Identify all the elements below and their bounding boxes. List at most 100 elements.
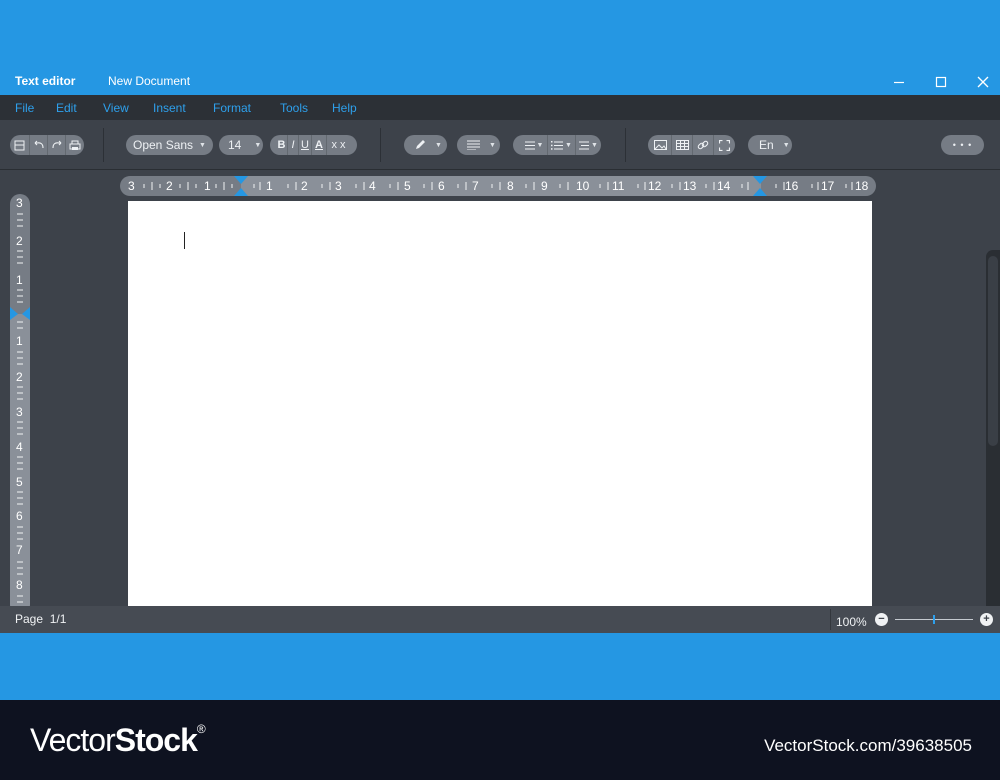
menu-insert[interactable]: Insent <box>153 101 186 115</box>
font-size-value: 14 <box>228 138 242 152</box>
ruler-number: 3 <box>16 196 23 210</box>
document-title[interactable]: New Document <box>108 74 190 88</box>
horizontal-ruler[interactable]: 3 2 1 1 2 3 4 5 6 7 8 9 10 11 12 13 14 1… <box>120 176 876 196</box>
brand-bold: Stock <box>114 722 198 758</box>
fullscreen-button[interactable] <box>713 135 734 155</box>
vertical-ruler[interactable]: 3 2 1 1 2 3 4 5 6 7 8 <box>10 194 30 606</box>
underline-button[interactable]: U <box>298 135 311 155</box>
left-margin-marker <box>234 188 248 196</box>
page-indicator: Page 1/1 <box>15 612 66 626</box>
title-bar: Text editor New Document <box>0 68 1000 95</box>
bullet-list-icon <box>524 141 535 149</box>
maximize-button[interactable] <box>921 68 961 95</box>
bullet-list-button[interactable]: ▼ <box>521 135 547 155</box>
ruler-number: 10 <box>576 179 590 193</box>
ruler-number: 1 <box>16 273 23 287</box>
ruler-number: 7 <box>472 179 479 193</box>
zoom-slider-thumb[interactable] <box>933 615 935 624</box>
asset-id: VectorStock.com/39638505 <box>764 736 972 755</box>
ruler-ticks <box>143 176 853 196</box>
menu-file[interactable]: File <box>15 101 34 115</box>
minimize-icon <box>894 81 904 83</box>
clear-format-button[interactable]: x x <box>326 135 350 155</box>
minimize-button[interactable] <box>879 68 919 95</box>
insert-link-button[interactable] <box>692 135 713 155</box>
language-select[interactable]: En ▼ <box>748 135 792 155</box>
redo-icon <box>51 140 61 149</box>
chevron-down-icon: ▼ <box>435 141 442 149</box>
close-button[interactable] <box>963 68 1000 95</box>
ruler-number: 2 <box>16 234 23 248</box>
editor-workspace: 3 2 1 1 2 3 4 5 6 7 8 9 10 11 12 13 14 1… <box>0 170 1000 606</box>
app-title: Text editor <box>15 74 76 88</box>
chevron-down-icon: ▼ <box>489 141 496 149</box>
formatting-toolbar: Open Sans ▼ 14 ▼ B I U A x x ▼ ▼ ▼ ▼ ▼ E… <box>0 120 1000 170</box>
right-margin-marker <box>753 188 767 196</box>
document-page[interactable] <box>128 201 872 606</box>
status-bar: Page 1/1 100% − + <box>0 606 1000 633</box>
ruler-number: 18 <box>855 179 869 193</box>
numbered-list-button[interactable]: ▼ <box>547 135 575 155</box>
right-indent-marker <box>753 176 767 184</box>
ruler-number: 2 <box>166 179 173 193</box>
text-color-button[interactable]: A <box>311 135 326 155</box>
font-size-select[interactable]: 14 ▼ <box>219 135 263 155</box>
ruler-number: 5 <box>16 475 23 489</box>
indent-icon <box>579 141 590 149</box>
ruler-number: 13 <box>683 179 697 193</box>
more-options-button[interactable]: • • • <box>941 135 984 155</box>
ruler-number: 3 <box>128 179 135 193</box>
ruler-number: 4 <box>369 179 376 193</box>
watermark-footer: VectorStock® VectorStock.com/39638505 <box>0 700 1000 780</box>
menu-edit[interactable]: Edit <box>56 101 77 115</box>
undo-button[interactable] <box>29 135 47 155</box>
ruler-number: 1 <box>204 179 211 193</box>
ruler-number: 14 <box>717 179 731 193</box>
ruler-number: 1 <box>16 334 23 348</box>
text-style-group: B I U A x x <box>270 135 357 155</box>
save-button[interactable] <box>10 135 29 155</box>
menu-view[interactable]: View <box>103 101 129 115</box>
font-family-select[interactable]: Open Sans ▼ <box>126 135 213 155</box>
chevron-down-icon: ▼ <box>254 141 262 149</box>
menu-bar: File Edit View Insent Format Tools Help <box>0 95 1000 120</box>
alignment-select[interactable]: ▼ <box>457 135 500 155</box>
toolbar-separator <box>380 128 381 162</box>
redo-button[interactable] <box>47 135 65 155</box>
insert-group <box>648 135 735 155</box>
ruler-number: 12 <box>648 179 662 193</box>
ruler-number: 16 <box>785 179 799 193</box>
menu-format[interactable]: Format <box>213 101 251 115</box>
ruler-number: 1 <box>266 179 273 193</box>
brand-regular: Vector <box>30 722 116 758</box>
ruler-number: 2 <box>16 370 23 384</box>
image-icon <box>654 140 667 150</box>
italic-button[interactable]: I <box>287 135 298 155</box>
bold-button[interactable]: B <box>276 135 287 155</box>
ruler-number: 4 <box>16 440 23 454</box>
insert-image-button[interactable] <box>650 135 671 155</box>
indent-list-button[interactable]: ▼ <box>575 135 601 155</box>
ruler-number: 3 <box>16 405 23 419</box>
print-button[interactable] <box>65 135 84 155</box>
ruler-number: 6 <box>438 179 445 193</box>
ruler-number: 9 <box>541 179 548 193</box>
status-separator <box>830 609 831 630</box>
ruler-number: 11 <box>612 179 625 193</box>
zoom-out-button[interactable]: − <box>875 613 888 626</box>
language-value: En <box>759 138 774 152</box>
menu-help[interactable]: Help <box>332 101 357 115</box>
zoom-in-button[interactable]: + <box>980 613 993 626</box>
left-indent-marker <box>234 176 248 184</box>
ruler-number: 6 <box>16 509 23 523</box>
vectorstock-logo: VectorStock® <box>30 722 206 759</box>
align-justify-icon <box>467 140 480 150</box>
menu-tools[interactable]: Tools <box>280 101 308 115</box>
pen-tool-select[interactable]: ▼ <box>404 135 447 155</box>
insert-table-button[interactable] <box>671 135 692 155</box>
chevron-down-icon: ▼ <box>536 141 544 149</box>
vertical-scrollbar-thumb[interactable] <box>988 256 998 446</box>
top-indent-marker <box>22 307 30 320</box>
chevron-down-icon: ▼ <box>565 141 572 149</box>
text-cursor <box>184 232 185 249</box>
